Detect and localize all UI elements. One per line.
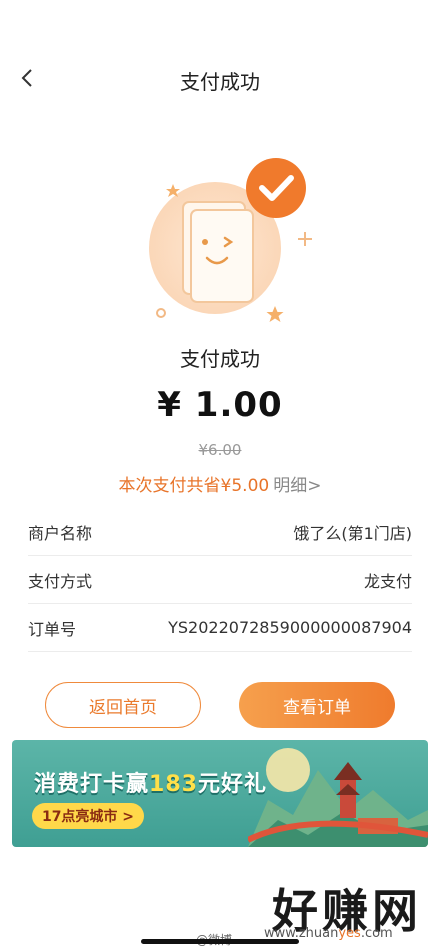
home-indicator[interactable] [141,939,299,944]
detail-link[interactable]: 明细> [273,476,321,496]
banner-title-number: 183 [149,772,198,797]
watermark-url-highlight: yes [338,926,361,941]
info-row-order-number: 订单号 YS2022072859000000087904 [28,604,412,652]
back-to-home-button[interactable]: 返回首页 [45,682,201,728]
info-label: 订单号 [28,619,77,639]
banner-title: 消费打卡赢183元好礼 [34,766,267,798]
plus-decoration-icon [298,232,312,246]
info-value: 龙支付 [363,571,412,591]
info-label: 商户名称 [28,523,93,543]
banner-cta-button[interactable]: 17点亮城市 > [32,803,144,829]
banner-title-prefix: 消费打卡赢 [34,772,150,797]
order-info-list: 商户名称 饿了么(第1门店) 支付方式 龙支付 订单号 YS2022072859… [28,508,412,652]
page-title: 支付成功 [180,70,260,94]
check-badge [246,158,306,218]
city-landmark-illustration [248,748,428,847]
saving-line: 本次支付共省¥5.00 明细> [0,471,440,496]
success-illustration [145,150,325,340]
original-amount: ¥6.00 [198,441,242,459]
saving-text: 本次支付共省¥5.00 [118,476,270,496]
paid-amount: ¥ 1.00 [157,385,283,425]
info-value: YS2022072859000000087904 [168,618,412,637]
payment-status-title: 支付成功 [180,347,260,371]
view-order-button[interactable]: 查看订单 [239,682,395,728]
nav-bar: 支付成功 [0,52,440,106]
info-row-payment-method: 支付方式 龙支付 [28,556,412,604]
info-row-merchant: 商户名称 饿了么(第1门店) [28,508,412,556]
promo-banner[interactable]: 消费打卡赢183元好礼 17点亮城市 > [12,740,428,847]
star-decoration-icon [266,306,284,322]
watermark-url-suffix: .com [360,926,393,941]
info-label: 支付方式 [28,571,93,591]
info-value: 饿了么(第1门店) [293,523,412,543]
ring-decoration-icon [156,308,166,318]
